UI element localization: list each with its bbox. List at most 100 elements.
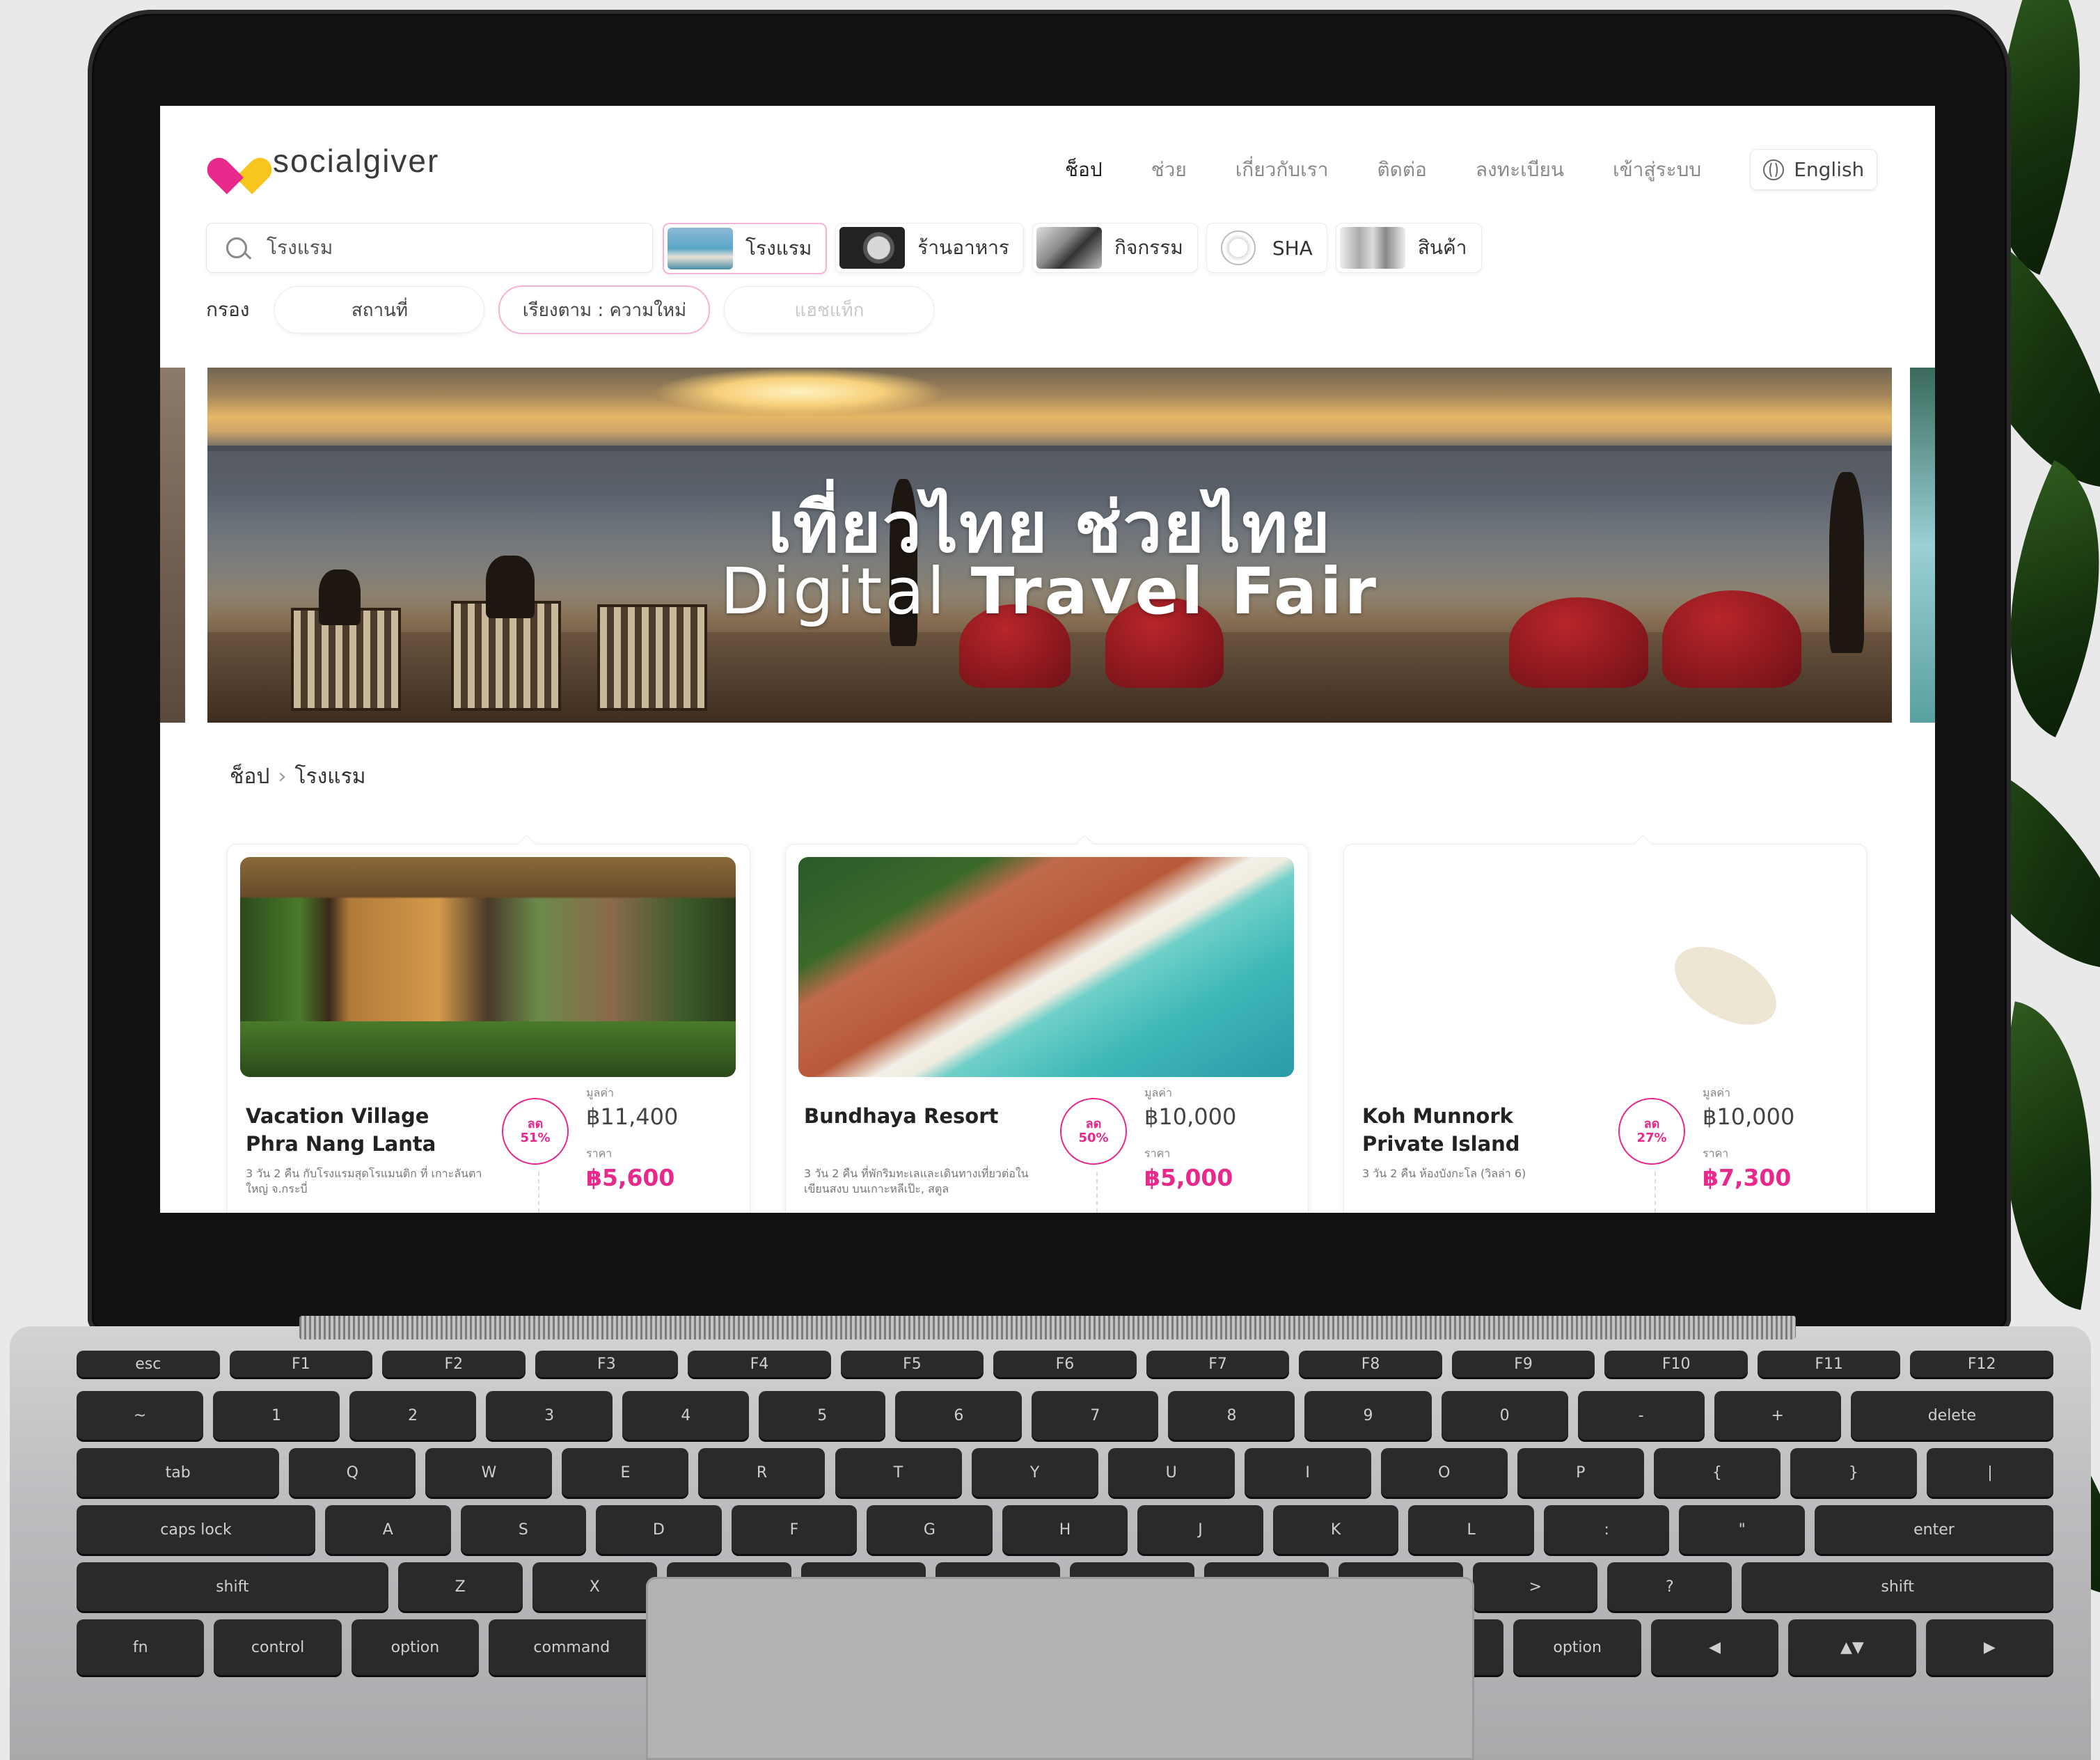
category-label: โรงแรม bbox=[745, 237, 812, 260]
hero-banner[interactable]: เที่ยวไทย ช่วยไทย Digital Travel Fair bbox=[207, 368, 1892, 723]
sha-badge-icon bbox=[1220, 230, 1256, 265]
keyboard-key: > bbox=[1473, 1562, 1598, 1611]
sale-price: ฿5,000 bbox=[1144, 1164, 1233, 1191]
banner-horizon bbox=[207, 446, 1892, 451]
sort-filter[interactable]: เรียงตาม : ความใหม่ bbox=[498, 285, 711, 334]
keyboard-key: ? bbox=[1607, 1562, 1732, 1611]
filter-label: กรอง bbox=[206, 298, 250, 321]
price-caption: ราคา bbox=[1703, 1147, 1729, 1160]
hotel-thumb bbox=[668, 228, 733, 269]
keyboard-key: ◀ bbox=[1650, 1619, 1779, 1675]
category-hotel[interactable]: โรงแรม bbox=[663, 223, 828, 274]
keyboard-key: T bbox=[835, 1448, 962, 1497]
keyboard-key: K bbox=[1272, 1505, 1399, 1554]
search-icon[interactable] bbox=[226, 237, 247, 258]
keyboard-key: D bbox=[596, 1505, 722, 1554]
keyboard-key: : bbox=[1543, 1505, 1670, 1554]
keyboard-key: shift bbox=[1742, 1562, 2053, 1611]
banner-next-slide[interactable] bbox=[1910, 368, 1935, 723]
keyboard-key: Y bbox=[971, 1448, 1098, 1497]
keyboard-key: O bbox=[1380, 1448, 1508, 1497]
activity-thumb bbox=[1036, 227, 1102, 269]
banner-en-light: Digital bbox=[720, 554, 948, 629]
card-title: Bundhaya Resort bbox=[804, 1104, 999, 1128]
keyboard-key: F1 bbox=[229, 1351, 373, 1377]
speaker-grille bbox=[299, 1316, 1796, 1339]
category-label: กิจกรรม bbox=[1114, 236, 1183, 259]
nav-contact[interactable]: ติดต่อ bbox=[1377, 155, 1426, 185]
card-notch bbox=[1075, 835, 1094, 854]
keyboard-key: Z bbox=[397, 1562, 523, 1611]
product-card[interactable]: Bundhaya Resort 3 วัน 2 คืน ที่พักริมทะเ… bbox=[785, 835, 1309, 1213]
card-divider bbox=[1655, 1172, 1656, 1213]
chevron-right-icon: › bbox=[278, 764, 287, 789]
keyboard-key: ▲▼ bbox=[1788, 1619, 1916, 1675]
nav-about[interactable]: เกี่ยวกับเรา bbox=[1235, 155, 1329, 185]
keyboard-key: caps lock bbox=[77, 1505, 316, 1554]
keyboard-key: control bbox=[214, 1619, 342, 1675]
keyboard-key: W bbox=[425, 1448, 553, 1497]
hashtag-filter[interactable]: แฮชแท็ก bbox=[724, 286, 935, 333]
keyboard-key: option bbox=[351, 1619, 480, 1675]
card-title: Koh Munnork Private Island bbox=[1362, 1104, 1520, 1156]
category-sha[interactable]: SHA bbox=[1206, 223, 1327, 273]
card-description: 3 วัน 2 คืน กับโรงแรมสุดโรแมนติก ที่ เกา… bbox=[246, 1167, 482, 1195]
value-caption: มูลค่า bbox=[1703, 1086, 1731, 1099]
card-notch bbox=[1634, 835, 1652, 854]
nav-register[interactable]: ลงทะเบียน bbox=[1476, 155, 1564, 185]
keyboard-key: option bbox=[1513, 1619, 1641, 1675]
discount-badge: ลด 27% bbox=[1618, 1098, 1685, 1165]
discount-badge: ลด 50% bbox=[1060, 1098, 1127, 1165]
logo[interactable]: socialgiver bbox=[220, 142, 439, 180]
keyboard-key: 3 bbox=[486, 1391, 613, 1440]
keyboard-key: F10 bbox=[1604, 1351, 1748, 1377]
breadcrumb-hotel[interactable]: โรงแรม bbox=[294, 764, 365, 789]
trackpad bbox=[646, 1577, 1474, 1760]
card-image bbox=[1357, 857, 1852, 1077]
sale-price: ฿7,300 bbox=[1703, 1164, 1792, 1191]
keyboard-key: F2 bbox=[382, 1351, 526, 1377]
nav-help[interactable]: ช่วย bbox=[1151, 155, 1187, 185]
keyboard-key: tab bbox=[77, 1448, 280, 1497]
nav-login[interactable]: เข้าสู่ระบบ bbox=[1613, 155, 1701, 185]
globe-icon bbox=[1763, 159, 1785, 180]
banner-prev-slide[interactable] bbox=[160, 368, 185, 723]
keyboard-key: F3 bbox=[535, 1351, 679, 1377]
nav-shop[interactable]: ช็อป bbox=[1065, 155, 1103, 185]
keyboard-key: delete bbox=[1850, 1391, 2053, 1440]
keyboard-key: E bbox=[562, 1448, 689, 1497]
value-caption: มูลค่า bbox=[586, 1086, 615, 1099]
price-column: มูลค่า ฿10,000 ราคา ฿5,000 bbox=[1144, 1085, 1236, 1191]
keyboard-key: - bbox=[1577, 1391, 1705, 1440]
keyboard-key: 8 bbox=[1168, 1391, 1295, 1440]
keyboard-key: 1 bbox=[213, 1391, 340, 1440]
language-button[interactable]: English bbox=[1750, 149, 1878, 190]
keyboard-key: 6 bbox=[895, 1391, 1023, 1440]
breadcrumb-shop[interactable]: ช็อป bbox=[230, 764, 269, 789]
category-product[interactable]: สินค้า bbox=[1335, 223, 1482, 273]
product-card[interactable]: Koh Munnork Private Island 3 วัน 2 คืน ห… bbox=[1343, 835, 1867, 1213]
keyboard-key: X bbox=[532, 1562, 657, 1611]
card-divider bbox=[1096, 1172, 1098, 1213]
category-activity[interactable]: กิจกรรม bbox=[1032, 223, 1198, 273]
search-input[interactable] bbox=[265, 235, 630, 260]
breadcrumb: ช็อป › โรงแรม bbox=[230, 760, 366, 793]
keyboard-key: F7 bbox=[1146, 1351, 1290, 1377]
keyboard-key: " bbox=[1679, 1505, 1805, 1554]
heart-logo-icon bbox=[220, 143, 259, 179]
original-value: ฿10,000 bbox=[1144, 1103, 1237, 1130]
keyboard-key: I bbox=[1244, 1448, 1371, 1497]
keyboard-key: ~ bbox=[77, 1391, 204, 1440]
product-card[interactable]: Vacation Village Phra Nang Lanta 3 วัน 2… bbox=[227, 835, 750, 1213]
category-label: ร้านอาหาร bbox=[917, 236, 1009, 259]
keyboard-key: shift bbox=[77, 1562, 388, 1611]
category-restaurant[interactable]: ร้านอาหาร bbox=[835, 223, 1024, 273]
keyboard-key: enter bbox=[1814, 1505, 2053, 1554]
keyboard-key: | bbox=[1926, 1448, 2053, 1497]
keyboard-key: + bbox=[1714, 1391, 1841, 1440]
search-box bbox=[206, 223, 653, 273]
banner-english-title: Digital Travel Fair bbox=[207, 554, 1892, 629]
card-description: 3 วัน 2 คืน ห้องบังกะโล (วิลล่า 6) bbox=[1362, 1167, 1526, 1180]
location-filter[interactable]: สถานที่ bbox=[274, 286, 485, 333]
original-value: ฿10,000 bbox=[1703, 1103, 1795, 1130]
